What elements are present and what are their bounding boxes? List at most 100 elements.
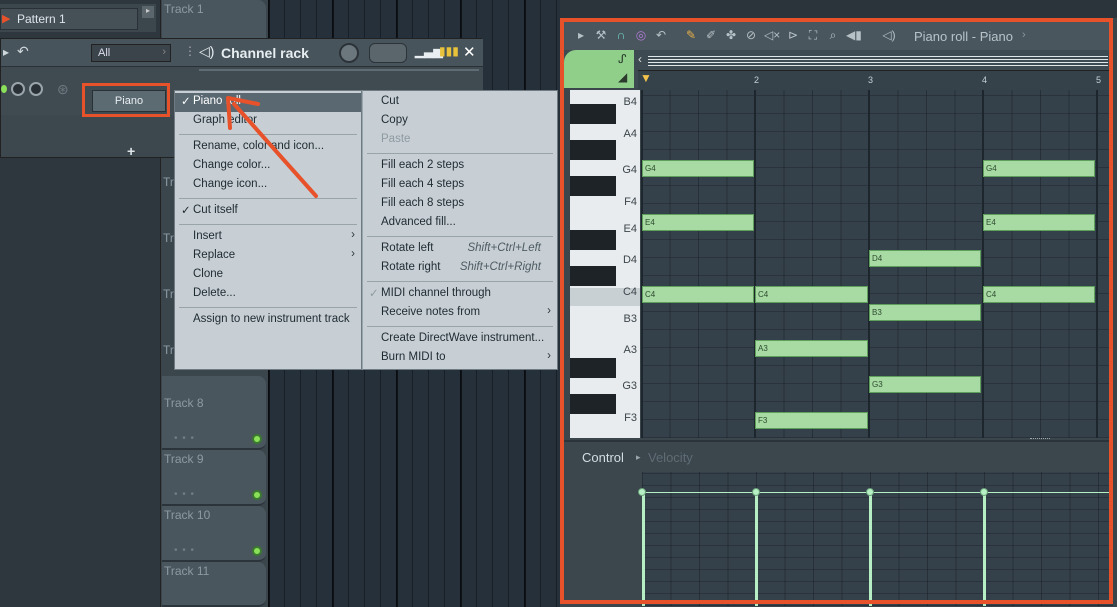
- menu-arrow-icon[interactable]: ▸: [574, 28, 588, 42]
- black-key[interactable]: [570, 394, 616, 414]
- track-header[interactable]: Track 10 • • •: [162, 506, 266, 562]
- note[interactable]: F3: [755, 412, 868, 429]
- note[interactable]: E4: [983, 214, 1095, 231]
- control-arrow-icon[interactable]: ▸: [636, 452, 641, 463]
- time-ruler[interactable]: ▼ 2 3 4 5: [638, 70, 1113, 90]
- track-active-led[interactable]: [252, 490, 262, 500]
- velocity-handle[interactable]: [866, 488, 874, 496]
- black-key[interactable]: [570, 358, 616, 378]
- menu-item-cut[interactable]: Cut: [363, 93, 557, 112]
- menu-item-fill-8[interactable]: Fill each 8 steps: [363, 195, 557, 214]
- velocity-handle[interactable]: [638, 488, 646, 496]
- note[interactable]: B3: [869, 304, 981, 321]
- black-key[interactable]: [570, 104, 616, 124]
- menu-item-copy[interactable]: Copy: [363, 112, 557, 131]
- bar-line: [1096, 90, 1098, 438]
- pencil-icon[interactable]: ✎: [684, 28, 698, 42]
- menu-item-create-directwave[interactable]: Create DirectWave instrument...: [363, 330, 557, 349]
- menu-separator: [367, 326, 553, 327]
- select-tool-icon[interactable]: ⛶: [806, 28, 820, 42]
- playhead-marker-icon[interactable]: ▼: [640, 71, 652, 85]
- delete-tool-icon[interactable]: ⊘: [744, 28, 758, 42]
- group-filter-select[interactable]: All ›: [91, 44, 171, 62]
- velocity-handle[interactable]: [752, 488, 760, 496]
- note[interactable]: E4: [642, 214, 754, 231]
- velocity-handle[interactable]: [980, 488, 988, 496]
- note[interactable]: C4: [755, 286, 868, 303]
- menu-item-advanced-fill[interactable]: Advanced fill...: [363, 214, 557, 233]
- note[interactable]: A3: [755, 340, 868, 357]
- menu-item-rotate-right[interactable]: Rotate right Shift+Ctrl+Right: [363, 259, 557, 278]
- paint-icon[interactable]: ✤: [724, 28, 738, 42]
- menu-item-receive-notes[interactable]: Receive notes from ›: [363, 304, 557, 323]
- wrench-icon[interactable]: ⚒: [594, 28, 608, 42]
- black-key[interactable]: [570, 266, 616, 286]
- velocity-bar[interactable]: [642, 492, 645, 606]
- note[interactable]: C4: [642, 286, 754, 303]
- chevron-left-icon[interactable]: ‹: [638, 52, 642, 66]
- note[interactable]: G4: [983, 160, 1095, 177]
- tool-icon[interactable]: ᔑ: [618, 52, 627, 66]
- note-grid[interactable]: G4 G4 E4 E4 D4 C4 C4 C4 B3 A3 G3 F3: [641, 90, 1113, 438]
- track-name: Track 9: [164, 452, 204, 466]
- piano-keyboard[interactable]: B4 A4 G4 F4 E4 D4 C4 B3 A3 G3 F3: [570, 90, 640, 438]
- menu-item-rotate-left[interactable]: Rotate left Shift+Ctrl+Left: [363, 240, 557, 259]
- menu-item-cut-itself[interactable]: ✓ Cut itself: [175, 202, 361, 221]
- mixer-track-icon[interactable]: ⊛: [57, 81, 69, 98]
- menu-item-insert[interactable]: Insert ›: [175, 228, 361, 247]
- slice-tool-icon[interactable]: ⊳: [786, 28, 800, 42]
- menu-item-burn-midi[interactable]: Burn MIDI to ›: [363, 349, 557, 368]
- track-active-led[interactable]: [252, 546, 262, 556]
- note[interactable]: C4: [983, 286, 1095, 303]
- control-label[interactable]: Control: [582, 450, 624, 465]
- velocity-lane[interactable]: [638, 472, 1113, 606]
- menu-item-delete[interactable]: Delete...: [175, 285, 361, 304]
- title-arrow-icon[interactable]: ›: [1022, 29, 1026, 41]
- brush-icon[interactable]: ✐: [704, 28, 718, 42]
- menu-item-clone[interactable]: Clone: [175, 266, 361, 285]
- overview-strip[interactable]: [648, 56, 1108, 66]
- snap-icon[interactable]: ◎: [634, 28, 648, 42]
- menu-item-replace[interactable]: Replace ›: [175, 247, 361, 266]
- steps-view-icon[interactable]: ▮▮▮: [439, 44, 459, 58]
- black-key[interactable]: [570, 140, 616, 160]
- track-header[interactable]: Track 8 • • •: [162, 394, 266, 450]
- track-header[interactable]: Track 11: [162, 562, 266, 607]
- close-icon[interactable]: ✕: [463, 43, 476, 61]
- track-name: Track 10: [164, 508, 211, 522]
- swing-knob[interactable]: [339, 43, 359, 63]
- track-header[interactable]: Track 9 • • •: [162, 450, 266, 506]
- note[interactable]: D4: [869, 250, 981, 267]
- menu-item-midi-through[interactable]: ✓ MIDI channel through: [363, 285, 557, 304]
- velocity-bar[interactable]: [869, 492, 872, 606]
- mute-tool-icon[interactable]: ◁×: [764, 28, 780, 42]
- menu-dots-icon[interactable]: ⋮: [184, 44, 196, 58]
- note[interactable]: G3: [869, 376, 981, 393]
- black-key[interactable]: [570, 230, 616, 250]
- track-active-led[interactable]: [252, 434, 262, 444]
- menu-item-label: MIDI channel through: [381, 287, 491, 299]
- volume-knob[interactable]: [29, 82, 43, 96]
- key-label: F3: [624, 412, 637, 424]
- menu-item-fill-2[interactable]: Fill each 2 steps: [363, 157, 557, 176]
- menu-item-fill-4[interactable]: Fill each 4 steps: [363, 176, 557, 195]
- menu-item-assign-track[interactable]: Assign to new instrument track: [175, 311, 361, 330]
- velocity-bar[interactable]: [983, 492, 986, 606]
- undo-icon[interactable]: ↶: [17, 43, 29, 60]
- velocity-bar[interactable]: [755, 492, 758, 606]
- note[interactable]: G4: [642, 160, 754, 177]
- undo-icon[interactable]: ↶: [654, 28, 668, 42]
- back-icon[interactable]: ▸: [3, 45, 9, 59]
- pattern-scroll-icon[interactable]: ▸: [142, 6, 154, 18]
- pan-knob[interactable]: [11, 82, 25, 96]
- magnet-icon[interactable]: ∩: [614, 28, 628, 42]
- channel-led[interactable]: [1, 85, 7, 93]
- pattern-selector[interactable]: Pattern 1: [0, 8, 138, 30]
- track-dots: • • •: [174, 433, 196, 444]
- step-toggle[interactable]: [369, 43, 407, 63]
- black-key[interactable]: [570, 176, 616, 196]
- playback-tool-icon[interactable]: ◀▮: [846, 28, 862, 42]
- add-channel-button[interactable]: +: [127, 143, 135, 159]
- expand-icon[interactable]: ◢: [618, 70, 627, 84]
- zoom-tool-icon[interactable]: ⌕: [826, 28, 840, 42]
